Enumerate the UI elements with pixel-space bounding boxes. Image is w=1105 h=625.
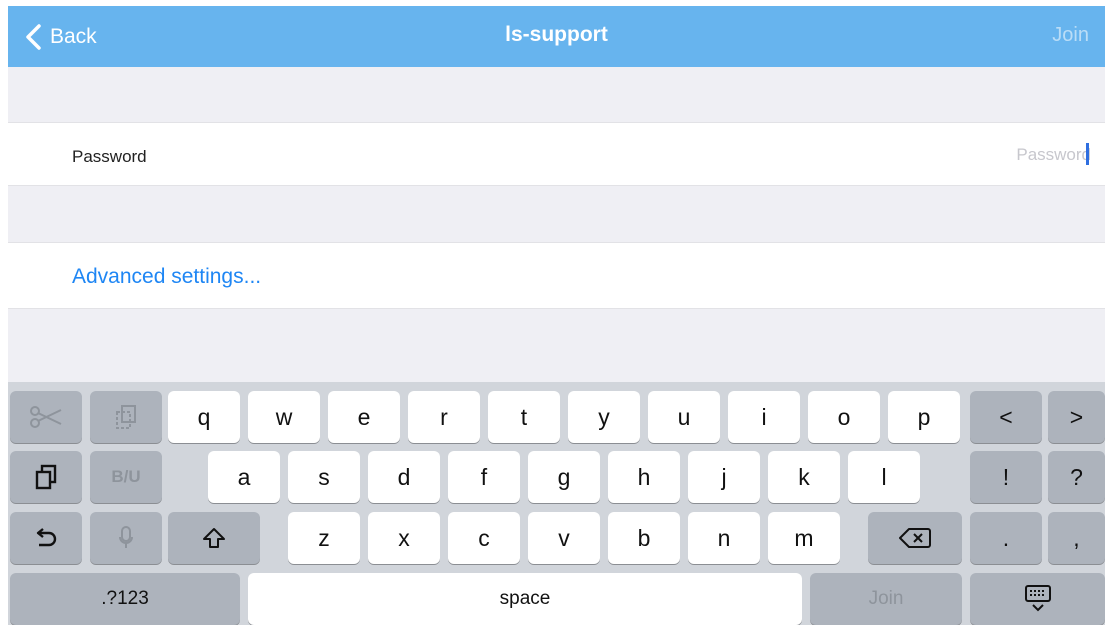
back-label: Back xyxy=(50,25,97,48)
left-arrow-key[interactable]: < xyxy=(970,391,1042,443)
key-r[interactable]: r xyxy=(408,391,480,443)
key-l[interactable]: l xyxy=(848,451,920,503)
question-key[interactable]: ? xyxy=(1048,451,1105,503)
copy-key[interactable] xyxy=(90,391,162,443)
undo-key[interactable] xyxy=(10,512,82,564)
cut-key[interactable] xyxy=(10,391,82,443)
key-f[interactable]: f xyxy=(448,451,520,503)
keyboard-dismiss-icon xyxy=(1024,585,1051,612)
join-nav-button[interactable]: Join xyxy=(1052,24,1089,47)
key-s[interactable]: s xyxy=(288,451,360,503)
advanced-settings-link[interactable]: Advanced settings... xyxy=(72,265,261,289)
advanced-settings-row[interactable]: Advanced settings... xyxy=(8,242,1105,309)
key-p[interactable]: p xyxy=(888,391,960,443)
numbers-key[interactable]: .?123 xyxy=(10,573,240,625)
text-caret xyxy=(1086,143,1089,165)
shift-icon xyxy=(203,528,225,548)
key-t[interactable]: t xyxy=(488,391,560,443)
password-row[interactable]: Password xyxy=(8,122,1105,186)
key-e[interactable]: e xyxy=(328,391,400,443)
key-m[interactable]: m xyxy=(768,512,840,564)
backspace-key[interactable] xyxy=(868,512,962,564)
copy-icon xyxy=(116,405,136,429)
key-u[interactable]: u xyxy=(648,391,720,443)
shift-key[interactable] xyxy=(168,512,260,564)
key-z[interactable]: z xyxy=(288,512,360,564)
scissors-icon xyxy=(30,406,62,428)
period-key[interactable]: . xyxy=(970,512,1042,564)
dictation-key[interactable] xyxy=(90,512,162,564)
right-arrow-key[interactable]: > xyxy=(1048,391,1105,443)
exclamation-key[interactable]: ! xyxy=(970,451,1042,503)
key-g[interactable]: g xyxy=(528,451,600,503)
password-input[interactable] xyxy=(791,141,1091,169)
back-button[interactable]: Back xyxy=(24,20,97,54)
page-title: ls-support xyxy=(505,23,608,46)
keyboard: q w e r t y u i o p < > B/U a s d f g h … xyxy=(8,382,1105,625)
key-v[interactable]: v xyxy=(528,512,600,564)
space-key[interactable]: space xyxy=(248,573,802,625)
key-y[interactable]: y xyxy=(568,391,640,443)
microphone-icon xyxy=(119,526,133,548)
chevron-left-icon xyxy=(26,24,41,50)
key-c[interactable]: c xyxy=(448,512,520,564)
paste-icon xyxy=(35,464,57,490)
key-q[interactable]: q xyxy=(168,391,240,443)
key-i[interactable]: i xyxy=(728,391,800,443)
key-n[interactable]: n xyxy=(688,512,760,564)
comma-key[interactable]: , xyxy=(1048,512,1105,564)
paste-key[interactable] xyxy=(10,451,82,503)
navigation-bar: Back ls-support Join xyxy=(8,6,1105,67)
key-k[interactable]: k xyxy=(768,451,840,503)
format-key[interactable]: B/U xyxy=(90,451,162,503)
key-d[interactable]: d xyxy=(368,451,440,503)
dismiss-keyboard-key[interactable] xyxy=(970,573,1105,625)
key-h[interactable]: h xyxy=(608,451,680,503)
key-o[interactable]: o xyxy=(808,391,880,443)
password-label: Password xyxy=(72,147,147,166)
join-key[interactable]: Join xyxy=(810,573,962,625)
key-b[interactable]: b xyxy=(608,512,680,564)
key-j[interactable]: j xyxy=(688,451,760,503)
key-x[interactable]: x xyxy=(368,512,440,564)
key-a[interactable]: a xyxy=(208,451,280,503)
undo-icon xyxy=(36,528,57,547)
form-content: Password Advanced settings... xyxy=(8,67,1105,382)
key-w[interactable]: w xyxy=(248,391,320,443)
backspace-icon xyxy=(899,528,931,548)
